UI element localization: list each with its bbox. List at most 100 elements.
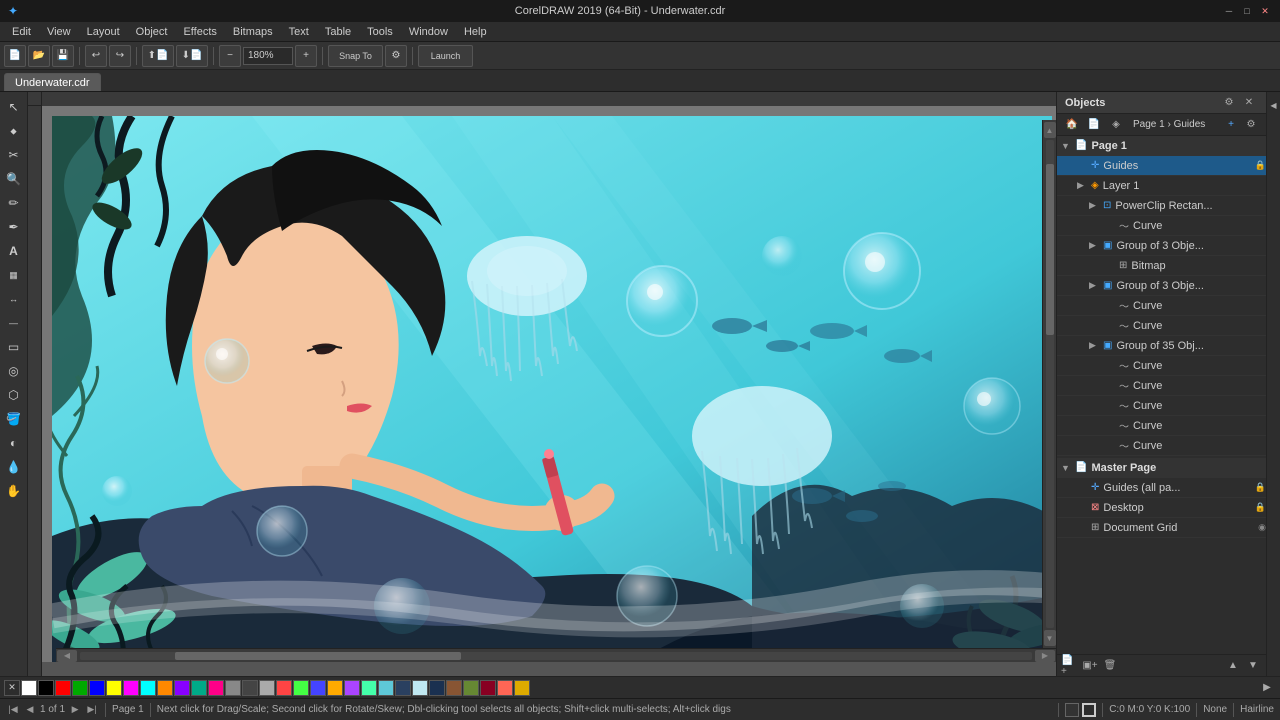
palette-more-button[interactable]: ▶ bbox=[1258, 679, 1276, 697]
snap-to-button[interactable]: Snap To bbox=[328, 45, 383, 67]
obj-add-layer-button[interactable]: 📄+ bbox=[1061, 657, 1079, 675]
zoom-tool[interactable]: 🔍 bbox=[3, 168, 25, 190]
tree-item-group3b[interactable]: ▶ ▣ Group of 3 Obje... bbox=[1057, 276, 1266, 296]
menu-bitmaps[interactable]: Bitmaps bbox=[225, 22, 281, 42]
new-button[interactable]: 📄 bbox=[4, 45, 26, 67]
menu-table[interactable]: Table bbox=[317, 22, 359, 42]
objects-close-button[interactable]: ✕ bbox=[1240, 94, 1258, 112]
menu-layout[interactable]: Layout bbox=[79, 22, 128, 42]
pen-tool[interactable]: ✒ bbox=[3, 216, 25, 238]
node-tool[interactable]: ⬥ bbox=[3, 120, 25, 142]
expand-group3a[interactable]: ▶ bbox=[1089, 240, 1099, 251]
color-swatch-teal[interactable] bbox=[191, 680, 207, 696]
tree-item-curve7[interactable]: 〜 Curve bbox=[1057, 416, 1266, 436]
tree-item-curve3[interactable]: 〜 Curve bbox=[1057, 316, 1266, 336]
menu-effects[interactable]: Effects bbox=[175, 22, 224, 42]
color-swatch-coral[interactable] bbox=[497, 680, 513, 696]
color-swatch-black[interactable] bbox=[38, 680, 54, 696]
obj-add-group-button[interactable]: ▣+ bbox=[1081, 657, 1099, 675]
prev-page-button[interactable]: ◀ bbox=[23, 703, 37, 717]
menu-text[interactable]: Text bbox=[281, 22, 317, 42]
color-swatch-maroon[interactable] bbox=[480, 680, 496, 696]
color-swatch-blue[interactable] bbox=[89, 680, 105, 696]
tree-item-guidesall[interactable]: ✛ Guides (all pa... 🔒 bbox=[1057, 478, 1266, 498]
tree-item-curve6[interactable]: 〜 Curve bbox=[1057, 396, 1266, 416]
color-swatch-cyan[interactable] bbox=[140, 680, 156, 696]
objects-nav-button[interactable]: 📄 bbox=[1085, 116, 1103, 134]
objects-add-button[interactable]: + bbox=[1222, 116, 1240, 134]
undo-button[interactable]: ↩ bbox=[85, 45, 107, 67]
expand-group35[interactable]: ▶ bbox=[1089, 340, 1099, 351]
obj-move-up-button[interactable]: ▲ bbox=[1224, 657, 1242, 675]
color-swatch-amber[interactable] bbox=[327, 680, 343, 696]
color-swatch-light-gray[interactable] bbox=[259, 680, 275, 696]
objects-settings2-button[interactable]: ⚙ bbox=[1242, 116, 1260, 134]
hand-tool[interactable]: ✋ bbox=[3, 480, 25, 502]
freehand-tool[interactable]: ✏ bbox=[3, 192, 25, 214]
palette-scroll-button[interactable]: ▶ bbox=[1258, 679, 1276, 697]
color-swatch-navy[interactable] bbox=[395, 680, 411, 696]
tree-item-group35[interactable]: ▶ ▣ Group of 35 Obj... bbox=[1057, 336, 1266, 356]
menu-help[interactable]: Help bbox=[456, 22, 495, 42]
color-palette-bar[interactable]: ✕ ▶ bbox=[0, 676, 1280, 698]
tree-item-docgrid[interactable]: ⊞ Document Grid ◉ bbox=[1057, 518, 1266, 538]
zoom-out-button[interactable]: − bbox=[219, 45, 241, 67]
expand-powerclip[interactable]: ▶ bbox=[1089, 200, 1099, 211]
tree-item-layer1[interactable]: ▶ ◈ Layer 1 bbox=[1057, 176, 1266, 196]
dimension-tool[interactable]: ↔ bbox=[3, 288, 25, 310]
color-swatch-pink[interactable] bbox=[208, 680, 224, 696]
tree-item-guides[interactable]: ✛ Guides 🔒 bbox=[1057, 156, 1266, 176]
color-swatch-dark-gray[interactable] bbox=[242, 680, 258, 696]
tab-underwater[interactable]: Underwater.cdr bbox=[4, 73, 101, 91]
open-button[interactable]: 📂 bbox=[28, 45, 50, 67]
expand-group3b[interactable]: ▶ bbox=[1089, 280, 1099, 291]
color-swatch-gray[interactable] bbox=[225, 680, 241, 696]
maximize-button[interactable]: □ bbox=[1240, 4, 1254, 18]
tree-item-curve5[interactable]: 〜 Curve bbox=[1057, 376, 1266, 396]
color-swatch-red[interactable] bbox=[55, 680, 71, 696]
horizontal-scrollbar[interactable]: ◀ ▶ bbox=[56, 648, 1056, 662]
rect-tool[interactable]: ▭ bbox=[3, 336, 25, 358]
canvas-area[interactable]: Mark Anthony J. Guzman ◀ ▶ ▲ bbox=[28, 92, 1056, 676]
menu-edit[interactable]: Edit bbox=[4, 22, 39, 42]
export-button[interactable]: ⬇📄 bbox=[176, 45, 208, 67]
import-button[interactable]: ⬆📄 bbox=[142, 45, 174, 67]
menu-view[interactable]: View bbox=[39, 22, 79, 42]
next-page-button[interactable]: ▶ bbox=[68, 703, 82, 717]
obj-delete-button[interactable]: 🗑 bbox=[1101, 657, 1119, 675]
menu-window[interactable]: Window bbox=[401, 22, 456, 42]
tree-item-curve8[interactable]: 〜 Curve bbox=[1057, 436, 1266, 456]
text-tool[interactable]: A bbox=[3, 240, 25, 262]
color-swatch-deep-blue[interactable] bbox=[429, 680, 445, 696]
tree-item-curve4[interactable]: 〜 Curve bbox=[1057, 356, 1266, 376]
last-page-button[interactable]: ▶| bbox=[85, 703, 99, 717]
obj-move-down-button[interactable]: ▼ bbox=[1244, 657, 1262, 675]
close-button[interactable]: ✕ bbox=[1258, 4, 1272, 18]
canvas-content[interactable]: Mark Anthony J. Guzman ◀ ▶ ▲ bbox=[42, 106, 1056, 662]
select-tool[interactable]: ↖ bbox=[3, 96, 25, 118]
tree-item-powerclip[interactable]: ▶ ⊡ PowerClip Rectan... bbox=[1057, 196, 1266, 216]
first-page-button[interactable]: |◀ bbox=[6, 703, 20, 717]
launch-button[interactable]: Launch bbox=[418, 45, 473, 67]
color-swatch-white[interactable] bbox=[21, 680, 37, 696]
redo-button[interactable]: ↪ bbox=[109, 45, 131, 67]
color-swatch-light-green[interactable] bbox=[293, 680, 309, 696]
objects-home-button[interactable]: 🏠 bbox=[1063, 116, 1081, 134]
tree-item-group3a[interactable]: ▶ ▣ Group of 3 Obje... bbox=[1057, 236, 1266, 256]
color-swatch-magenta[interactable] bbox=[123, 680, 139, 696]
transparency-tool[interactable]: ◐ bbox=[3, 432, 25, 454]
tree-item-masterpage[interactable]: ▼ 📄 Master Page bbox=[1057, 458, 1266, 478]
color-swatch-ice[interactable] bbox=[412, 680, 428, 696]
options-button[interactable]: ⚙ bbox=[385, 45, 407, 67]
table-tool[interactable]: ▦ bbox=[3, 264, 25, 286]
vertical-scrollbar[interactable]: ▲ ▼ bbox=[1042, 120, 1056, 648]
minimize-button[interactable]: ─ bbox=[1222, 4, 1236, 18]
right-panel-toggle[interactable]: ◀ bbox=[1265, 96, 1280, 114]
color-swatch-violet[interactable] bbox=[344, 680, 360, 696]
tree-item-page1[interactable]: ▼ 📄 Page 1 bbox=[1057, 136, 1266, 156]
ellipse-tool[interactable]: ◎ bbox=[3, 360, 25, 382]
tree-item-curve2[interactable]: 〜 Curve bbox=[1057, 296, 1266, 316]
color-swatch-olive[interactable] bbox=[463, 680, 479, 696]
color-swatch-light-blue[interactable] bbox=[310, 680, 326, 696]
crop-tool[interactable]: ✂ bbox=[3, 144, 25, 166]
